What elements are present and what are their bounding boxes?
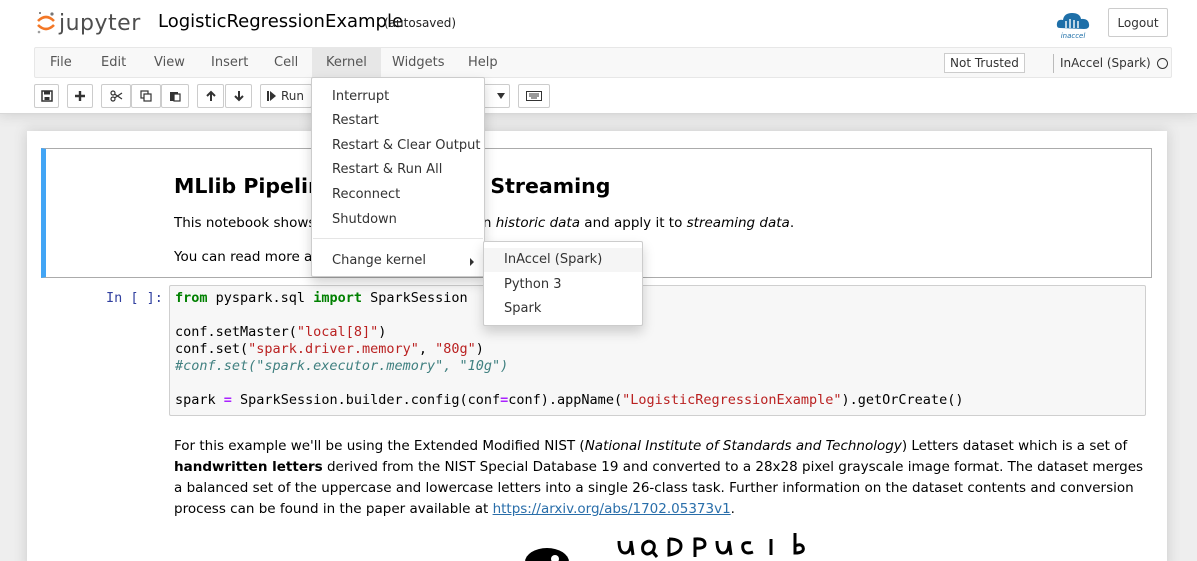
code-editor[interactable]: from pyspark.sql import SparkSession con…: [169, 285, 1146, 416]
notebook-container: MLlib Pipeline d Streaming This notebook …: [27, 131, 1167, 561]
copy-button[interactable]: [131, 84, 161, 108]
copy-icon: [140, 90, 152, 102]
menu-item-restart-clear-output[interactable]: Restart & Clear Output: [312, 134, 484, 158]
menu-kernel[interactable]: Kernel: [312, 48, 381, 78]
arxiv-link[interactable]: https://arxiv.org/abs/1702.05373v1: [493, 501, 731, 517]
menu-divider: [313, 238, 483, 239]
arrow-down-icon: [233, 91, 244, 102]
menu-cell[interactable]: Cell: [260, 48, 312, 78]
save-button[interactable]: [34, 84, 59, 108]
insert-cell-button[interactable]: [67, 84, 93, 108]
paste-icon: [170, 92, 181, 102]
submenu-item-python3[interactable]: Python 3: [484, 273, 642, 297]
menu-view[interactable]: View: [140, 48, 199, 78]
header: jupyter LogisticRegressionExample (autos…: [0, 0, 1197, 114]
arrow-up-icon: [205, 90, 216, 101]
command-palette-button[interactable]: [518, 84, 550, 108]
menu-insert[interactable]: Insert: [197, 48, 262, 78]
jupyter-wordmark: jupyter: [59, 10, 141, 36]
jupyter-logo[interactable]: jupyter: [36, 8, 141, 38]
menu-widgets[interactable]: Widgets: [378, 48, 459, 78]
cut-button[interactable]: [101, 84, 131, 108]
inaccel-logo: inaccel: [1054, 8, 1092, 40]
cut-icon: [109, 90, 122, 102]
move-down-button[interactable]: [225, 84, 252, 108]
kernel-name: InAccel (Spark): [1053, 54, 1151, 73]
keyboard-icon: [526, 91, 542, 101]
menu-item-reconnect[interactable]: Reconnect: [312, 183, 484, 207]
submenu-item-inaccel-spark[interactable]: InAccel (Spark): [484, 248, 642, 272]
kernel-status-icon: [1157, 58, 1168, 69]
paste-button[interactable]: [161, 84, 189, 108]
menu-item-shutdown[interactable]: Shutdown: [312, 208, 484, 232]
move-up-button[interactable]: [197, 84, 224, 108]
input-prompt: In [ ]:: [106, 290, 163, 306]
menu-item-interrupt[interactable]: Interrupt: [312, 85, 484, 109]
markdown-cell[interactable]: For this example we'll be using the Exte…: [174, 436, 1144, 520]
menu-edit[interactable]: Edit: [87, 48, 140, 78]
menu-item-restart-run-all[interactable]: Restart & Run All: [312, 158, 484, 182]
step-forward-icon: [267, 91, 276, 101]
cell-paragraph: You can read more ab: [174, 249, 321, 265]
jupyter-icon: [37, 12, 55, 34]
submenu-item-spark[interactable]: Spark: [484, 297, 642, 321]
caret-right-icon: [470, 258, 474, 266]
autosave-status: (autosaved): [384, 16, 457, 30]
plus-icon: [75, 91, 85, 101]
logout-button[interactable]: Logout: [1108, 8, 1168, 37]
not-trusted-button[interactable]: Not Trusted: [944, 53, 1025, 73]
menubar: File Edit View Insert Cell Kernel Widget…: [34, 47, 1172, 78]
menu-item-change-kernel[interactable]: Change kernel: [312, 249, 484, 273]
menu-item-restart[interactable]: Restart: [312, 109, 484, 133]
menu-file[interactable]: File: [36, 48, 86, 78]
handwritten-letters-image: [519, 529, 809, 561]
svg-text:inaccel: inaccel: [1061, 32, 1086, 40]
save-icon: [40, 90, 53, 102]
run-label: Run: [281, 89, 305, 103]
notebook-name[interactable]: LogisticRegressionExample: [158, 11, 403, 32]
menu-help[interactable]: Help: [454, 48, 512, 78]
kernel-menu: Interrupt Restart Restart & Clear Output…: [311, 77, 485, 277]
chevron-down-icon: [497, 93, 505, 99]
change-kernel-submenu: InAccel (Spark) Python 3 Spark: [483, 241, 643, 326]
run-button[interactable]: Run: [260, 84, 312, 108]
